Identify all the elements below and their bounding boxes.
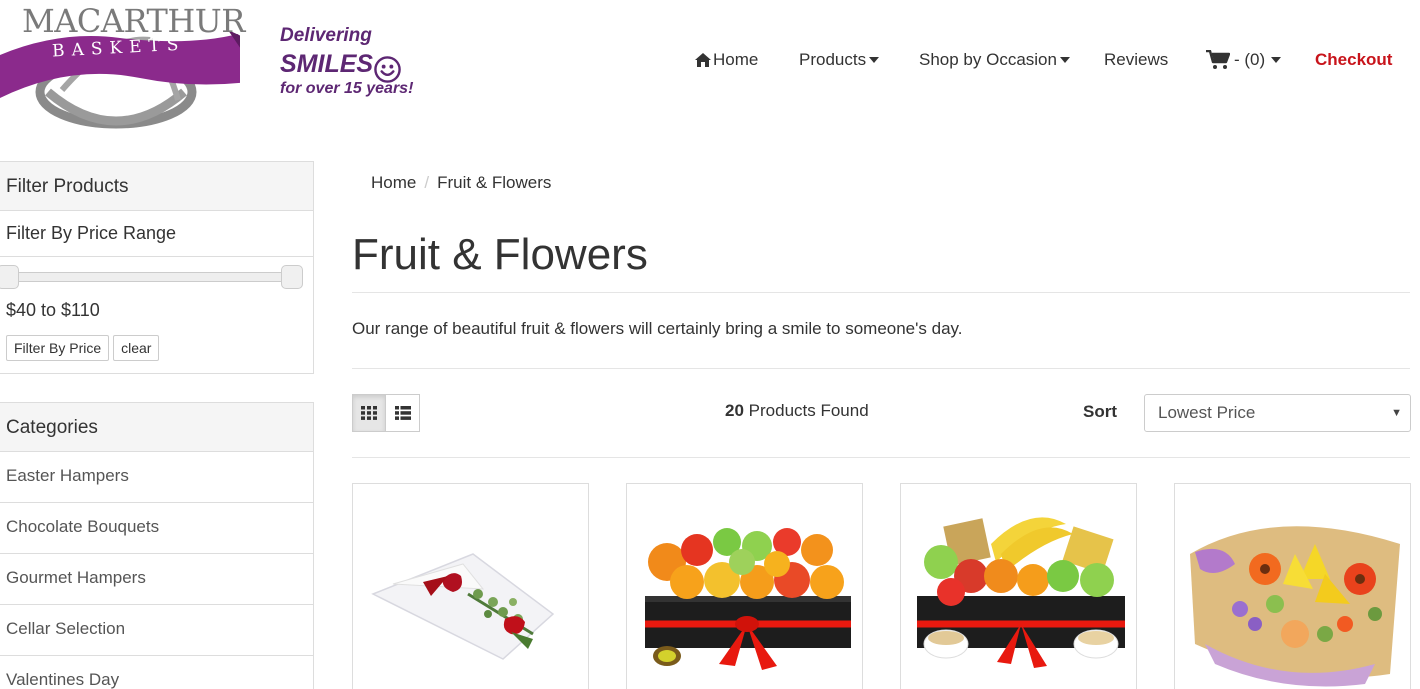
nav-products[interactable]: Products xyxy=(799,50,880,70)
nav-products-label: Products xyxy=(799,50,867,69)
list-view-button[interactable] xyxy=(386,394,420,432)
category-item-gourmet-hampers[interactable]: Gourmet Hampers xyxy=(0,554,313,605)
breadcrumb-current: Fruit & Flowers xyxy=(437,173,552,192)
chevron-down-icon xyxy=(869,57,880,63)
chevron-down-icon xyxy=(1271,57,1282,63)
divider xyxy=(352,457,1410,458)
sort-label: Sort xyxy=(1083,402,1117,421)
chevron-down-icon xyxy=(1059,57,1070,63)
product-card[interactable] xyxy=(626,483,863,689)
category-item-valentines-day[interactable]: Valentines Day xyxy=(0,656,313,689)
nav-reviews-label: Reviews xyxy=(1104,50,1169,69)
divider xyxy=(352,368,1410,369)
categories-panel: Categories Easter Hampers Chocolate Bouq… xyxy=(0,402,314,689)
category-description: Our range of beautiful fruit & flowers w… xyxy=(352,319,963,338)
tagline: Delivering SMILES for over 15 years! xyxy=(280,26,413,98)
products-count-label: Products Found xyxy=(748,401,869,420)
price-range-heading: Filter By Price Range xyxy=(0,211,313,257)
nav-shop-by-occasion[interactable]: Shop by Occasion xyxy=(919,50,1070,70)
breadcrumb-home[interactable]: Home xyxy=(371,173,416,193)
price-range-value: $40 to $110 xyxy=(6,300,100,320)
fruit-basket-image xyxy=(645,528,851,670)
red-rose-bouquet-image xyxy=(371,553,555,660)
grid-icon xyxy=(361,406,377,420)
clear-filter-button[interactable]: clear xyxy=(113,335,160,361)
sort-selected-value: Lowest Price xyxy=(1158,403,1256,422)
cart-count: - (0) xyxy=(1234,50,1266,69)
filter-by-price-button[interactable]: Filter By Price xyxy=(6,335,110,361)
page-title: Fruit & Flowers xyxy=(352,230,648,279)
filter-panel: Filter Products Filter By Price Range $4… xyxy=(0,161,314,374)
price-range-slider[interactable] xyxy=(0,257,313,297)
nav-home-label: Home xyxy=(713,50,759,69)
nav-home[interactable]: Home xyxy=(695,50,758,70)
nav-checkout[interactable]: Checkout xyxy=(1315,50,1392,70)
logo-wordmark: MACARTHUR xyxy=(22,2,245,40)
shopping-cart-icon xyxy=(1206,50,1230,69)
slider-max-handle[interactable] xyxy=(281,265,303,289)
view-toggle xyxy=(352,394,420,432)
breadcrumb-separator: / xyxy=(424,173,430,192)
divider xyxy=(352,292,1410,293)
categories-heading: Categories xyxy=(0,403,313,452)
list-icon xyxy=(394,406,411,420)
home-icon xyxy=(695,53,711,67)
products-count: 20 xyxy=(725,401,744,420)
checkout-label: Checkout xyxy=(1315,50,1393,69)
grid-view-button[interactable] xyxy=(352,394,386,432)
category-item-easter-hampers[interactable]: Easter Hampers xyxy=(0,452,313,503)
tagline-line1: Delivering xyxy=(280,25,372,46)
site-header: MACARTHUR BASKETS Delivering SMILES for … xyxy=(0,0,1420,150)
product-card[interactable] xyxy=(1174,483,1411,689)
breadcrumb: Home / Fruit & Flowers xyxy=(371,173,551,193)
product-card[interactable] xyxy=(900,483,1137,689)
nav-reviews[interactable]: Reviews xyxy=(1104,50,1168,70)
mixed-flower-bouquet-image xyxy=(1190,526,1400,687)
category-item-chocolate-bouquets[interactable]: Chocolate Bouquets xyxy=(0,503,313,554)
products-found: 20 Products Found xyxy=(725,401,869,421)
nav-cart[interactable]: - (0) xyxy=(1206,50,1282,70)
dropdown-arrow-icon: ▼ xyxy=(1391,407,1402,419)
filter-heading: Filter Products xyxy=(0,162,313,211)
category-item-cellar-selection[interactable]: Cellar Selection xyxy=(0,605,313,656)
product-card[interactable] xyxy=(352,483,589,689)
fruit-nut-hamper-image xyxy=(917,517,1125,668)
slider-min-handle[interactable] xyxy=(0,265,19,289)
nav-occasion-label: Shop by Occasion xyxy=(919,50,1057,69)
site-logo[interactable]: MACARTHUR BASKETS xyxy=(0,0,245,145)
sort-select[interactable]: Lowest Price ▼ xyxy=(1144,394,1411,432)
smiley-icon xyxy=(374,56,401,83)
slider-track xyxy=(8,272,293,282)
